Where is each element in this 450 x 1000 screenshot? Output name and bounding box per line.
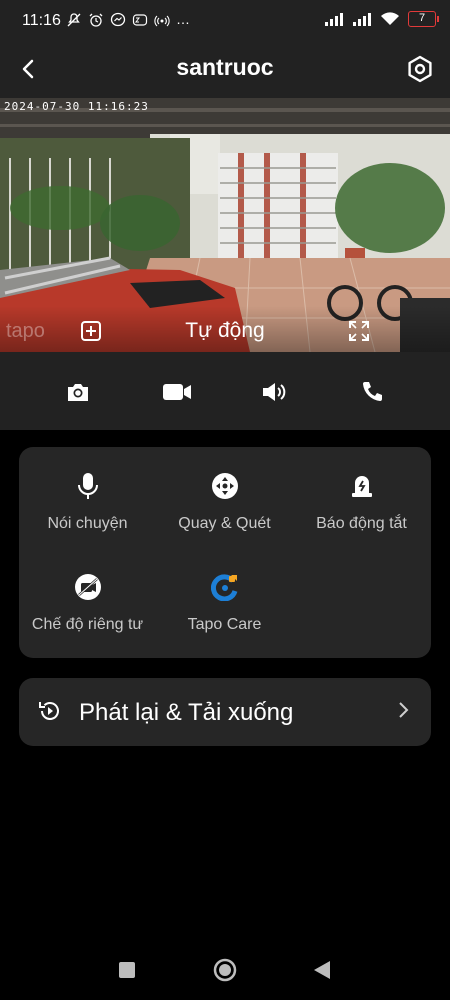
settings-button[interactable] <box>400 49 440 89</box>
messenger-icon <box>110 12 126 27</box>
recents-square-icon <box>119 962 135 978</box>
back-triangle-icon <box>314 961 330 979</box>
home-circle-icon <box>213 958 237 982</box>
feature-label: Nói chuyện <box>47 515 128 532</box>
playback-download-row[interactable]: Phát lại & Tải xuống <box>19 678 431 746</box>
settings-hexagon-icon <box>408 55 432 83</box>
microphone-icon <box>77 473 98 499</box>
app-bar: santruoc <box>0 40 450 98</box>
chevron-right-icon <box>399 702 409 718</box>
call-button[interactable] <box>352 372 392 412</box>
feed-timestamp: 2024-07-30 11:16:23 <box>4 100 149 113</box>
feature-label: Tapo Care <box>187 616 262 633</box>
video-camera-icon <box>163 384 191 400</box>
signal-icon <box>325 13 343 26</box>
zalo-icon <box>132 14 148 26</box>
alarm-off-icon <box>351 476 372 497</box>
playback-label: Phát lại & Tải xuống <box>79 699 294 726</box>
alarm-off-feature[interactable]: Báo động tắt <box>293 447 430 537</box>
wifi-icon <box>381 12 399 25</box>
home-button[interactable] <box>213 958 237 982</box>
control-bar <box>0 352 450 430</box>
privacy-icon <box>74 574 101 600</box>
phone-icon <box>363 382 382 401</box>
status-system-icons: 7 <box>324 11 439 27</box>
page-title: santruoc <box>176 54 274 80</box>
recents-button[interactable] <box>115 958 139 982</box>
feature-label: Quay & Quét <box>178 515 271 532</box>
system-nav-bar <box>0 940 450 1000</box>
camera-feed[interactable]: 2024-07-30 11:16:23 tapo Tự động <box>0 98 450 352</box>
talk-feature[interactable]: Nói chuyện <box>19 447 156 537</box>
feature-label: Báo động tắt <box>316 515 407 532</box>
hotspot-icon <box>154 15 170 27</box>
tapo-care-icon <box>210 574 237 601</box>
privacy-mode-feature[interactable]: Chế độ riêng tư <box>19 548 156 638</box>
mute-icon <box>67 13 81 27</box>
feature-panel: Nói chuyện Quay & Quét Báo động tắt Chế … <box>19 447 431 658</box>
battery-icon: 7 <box>408 11 439 27</box>
tapo-care-feature[interactable]: Tapo Care <box>156 548 293 638</box>
status-notification-icons: … <box>66 12 190 28</box>
status-more-indicator: … <box>176 11 190 27</box>
fullscreen-icon <box>349 321 369 341</box>
battery-level: 7 <box>418 12 426 24</box>
camera-icon <box>68 384 88 401</box>
alarm-clock-icon <box>89 13 103 27</box>
pan-tilt-icon <box>211 473 238 499</box>
status-time: 11:16 <box>22 12 61 29</box>
snapshot-button[interactable] <box>58 372 98 412</box>
feature-label: Chế độ riêng tư <box>31 616 144 633</box>
fullscreen-button[interactable] <box>344 316 374 346</box>
sound-button[interactable] <box>254 372 294 412</box>
playback-history-icon <box>39 702 59 720</box>
back-nav-button[interactable] <box>310 958 334 982</box>
pan-tilt-feature[interactable]: Quay & Quét <box>156 447 293 537</box>
record-button[interactable] <box>157 372 197 412</box>
status-bar: 11:16 … 7 <box>0 0 450 40</box>
feed-mode-selector[interactable]: Tự động <box>0 319 450 343</box>
speaker-icon <box>263 383 286 401</box>
signal-icon <box>353 13 371 26</box>
